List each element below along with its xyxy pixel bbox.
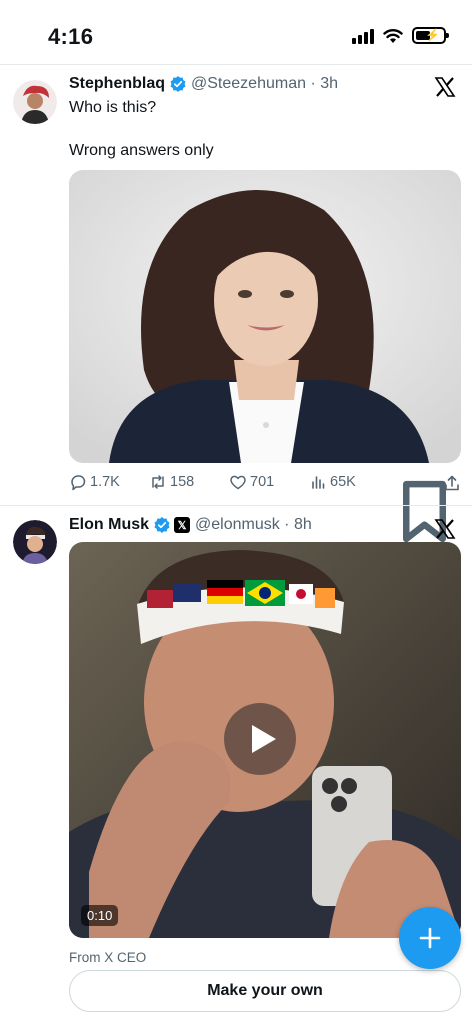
views-icon (312, 476, 325, 489)
tweet-text-line-1: Who is this? (69, 99, 157, 116)
battery-icon: ⚡ (412, 27, 449, 44)
tweet-video[interactable]: 0:10 (69, 542, 461, 938)
reply-icon (71, 475, 86, 491)
author-handle-time: @Steezehuman · 3h (191, 75, 339, 92)
share-icon[interactable] (443, 474, 461, 492)
reply-button[interactable]: 1.7K (69, 473, 120, 491)
x-logo-icon[interactable] (434, 518, 456, 540)
play-button[interactable] (224, 703, 296, 775)
repost-icon (152, 475, 164, 489)
verified-badge-icon (170, 76, 186, 92)
play-icon (252, 725, 276, 753)
author-name[interactable]: Stephenblaq (69, 75, 165, 93)
tweet-text-line-2: Wrong answers only (69, 142, 214, 159)
author-name[interactable]: Elon Musk (69, 516, 149, 534)
tweet-header: Elon Musk 𝕏 @elonmusk · 8h (69, 516, 312, 534)
x-logo-icon[interactable] (434, 76, 456, 98)
video-duration: 0:10 (81, 905, 119, 926)
views-count: 65K (330, 474, 356, 490)
status-bar: 4:16 ⚡ (0, 0, 472, 64)
author-handle-time: @elonmusk · 8h (195, 516, 312, 533)
divider (0, 64, 472, 65)
avatar-elonmusk[interactable] (13, 520, 57, 564)
divider (0, 505, 472, 506)
wifi-icon (383, 28, 403, 43)
compose-plus-icon (419, 927, 441, 949)
x-affiliate-badge-icon: 𝕏 (174, 517, 191, 533)
status-time: 4:16 (48, 24, 94, 49)
views-button[interactable]: 65K (309, 473, 356, 491)
verified-badge-icon (154, 517, 170, 533)
avatar-stephenblaq[interactable] (13, 80, 57, 124)
like-button[interactable]: 701 (229, 473, 274, 491)
reply-count: 1.7K (90, 474, 120, 490)
tweet-header: Stephenblaq @Steezehuman · 3h (69, 75, 338, 93)
make-your-own-button[interactable]: Make your own (69, 970, 461, 1012)
signal-icon (352, 28, 374, 44)
status-icons: ⚡ (352, 27, 449, 44)
like-count: 701 (250, 474, 275, 490)
tweet-actions: 1.7K 158 701 65K (69, 473, 461, 543)
repost-button[interactable]: 158 (149, 473, 194, 491)
repost-count: 158 (170, 474, 195, 490)
compose-button[interactable] (399, 907, 461, 969)
source-label: From X CEO (69, 950, 147, 965)
tweet-photo[interactable] (69, 170, 461, 463)
like-icon (230, 475, 246, 490)
